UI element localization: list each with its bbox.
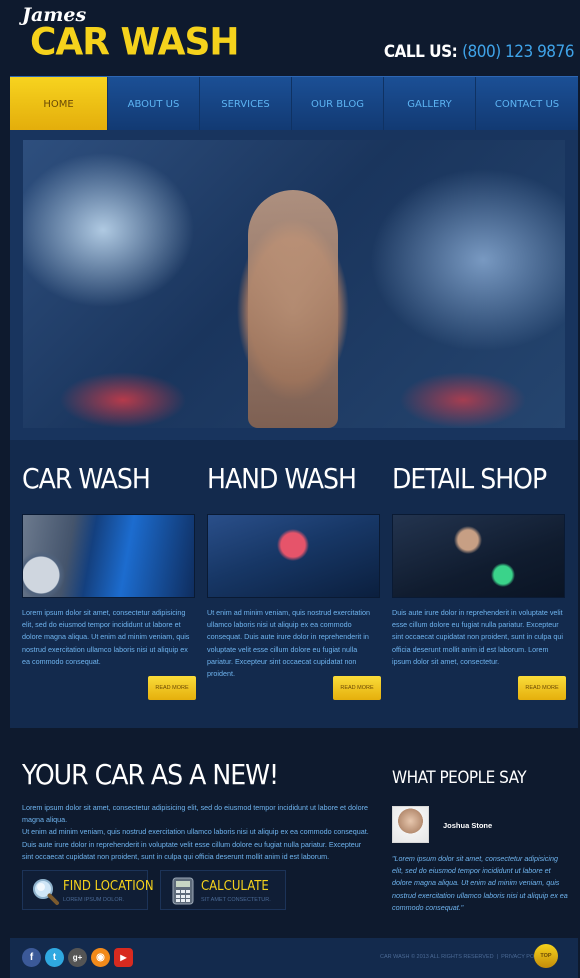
feature-image[interactable] — [392, 514, 565, 598]
call-label: CALL US: — [383, 42, 458, 62]
hero-image[interactable] — [23, 140, 565, 428]
nav-services[interactable]: SERVICES — [200, 77, 292, 131]
calculate-button[interactable]: CALCULATE SIT AMET CONSECTETUR. — [160, 870, 286, 910]
feature-image[interactable] — [207, 514, 380, 598]
action-title: FIND LOCATION — [63, 879, 154, 894]
logo[interactable]: CAR WASH — [30, 21, 240, 64]
feature-text: Ut enim ad minim veniam, quis nostrud ex… — [207, 608, 370, 679]
phone-number[interactable]: (800) 123 9876 — [462, 42, 574, 62]
section-title: YOUR CAR AS A NEW! — [22, 758, 279, 791]
section-text: Lorem ipsum dolor sit amet, consectetur … — [22, 803, 369, 861]
main-nav: HOME ABOUT US SERVICES OUR BLOG GALLERY … — [10, 76, 578, 131]
about-section: YOUR CAR AS A NEW! Lorem ipsum dolor sit… — [0, 728, 580, 938]
feature-car-wash: CAR WASH Lorem ipsum dolor sit amet, con… — [22, 462, 195, 668]
header: James CAR WASH CALL US: (800) 123 9876 — [0, 0, 580, 78]
twitter-icon[interactable]: t — [45, 948, 64, 967]
feature-text: Lorem ipsum dolor sit amet, consectetur … — [22, 608, 190, 666]
nav-home[interactable]: HOME — [10, 77, 108, 131]
facebook-icon[interactable]: f — [22, 948, 41, 967]
footer: f t g+ ◉ ▶ CAR WASH © 2013 ALL RIGHTS RE… — [10, 938, 578, 978]
rss-icon[interactable]: ◉ — [91, 948, 110, 967]
feature-hand-wash: HAND WASH Ut enim ad minim veniam, quis … — [207, 462, 380, 680]
calculator-icon — [172, 877, 194, 905]
nav-about-us[interactable]: ABOUT US — [108, 77, 200, 131]
nav-gallery[interactable]: GALLERY — [384, 77, 476, 131]
action-title: CALCULATE — [201, 879, 269, 894]
avatar — [392, 806, 429, 843]
back-to-top-button[interactable]: TOP — [534, 944, 558, 968]
feature-text: Duis aute irure dolor in reprehenderit i… — [392, 608, 564, 666]
hero-slider — [10, 130, 578, 440]
action-subtitle: SIT AMET CONSECTETUR. — [201, 897, 271, 903]
feature-detail-shop: DETAIL SHOP Duis aute irure dolor in rep… — [392, 462, 565, 668]
features-section: CAR WASH Lorem ipsum dolor sit amet, con… — [10, 440, 578, 728]
call-us: CALL US: (800) 123 9876 — [383, 42, 575, 62]
feature-title: DETAIL SHOP — [392, 462, 547, 495]
google-plus-icon[interactable]: g+ — [68, 948, 87, 967]
read-more-button[interactable]: READ MORE — [518, 676, 566, 700]
action-subtitle: LOREM IPSUM DOLOR. — [63, 897, 125, 903]
hero-figure — [248, 190, 338, 428]
magnifier-icon — [33, 879, 59, 905]
nav-our-blog[interactable]: OUR BLOG — [292, 77, 384, 131]
testimonial-author: Joshua Stone — [443, 821, 493, 830]
find-location-button[interactable]: FIND LOCATION LOREM IPSUM DOLOR. — [22, 870, 154, 910]
feature-title: CAR WASH — [22, 462, 151, 495]
testimonial-title: WHAT PEOPLE SAY — [392, 768, 527, 788]
read-more-button[interactable]: READ MORE — [148, 676, 196, 700]
feature-image[interactable] — [22, 514, 195, 598]
social-links: f t g+ ◉ ▶ — [22, 948, 133, 967]
read-more-button[interactable]: READ MORE — [333, 676, 381, 700]
feature-title: HAND WASH — [207, 462, 357, 495]
youtube-icon[interactable]: ▶ — [114, 948, 133, 967]
copyright: CAR WASH © 2013 ALL RIGHTS RESERVED | PR… — [380, 954, 547, 960]
nav-contact-us[interactable]: CONTACT US — [476, 77, 578, 131]
testimonial-quote: "Lorem ipsum dolor sit amet, consectetur… — [392, 854, 568, 912]
